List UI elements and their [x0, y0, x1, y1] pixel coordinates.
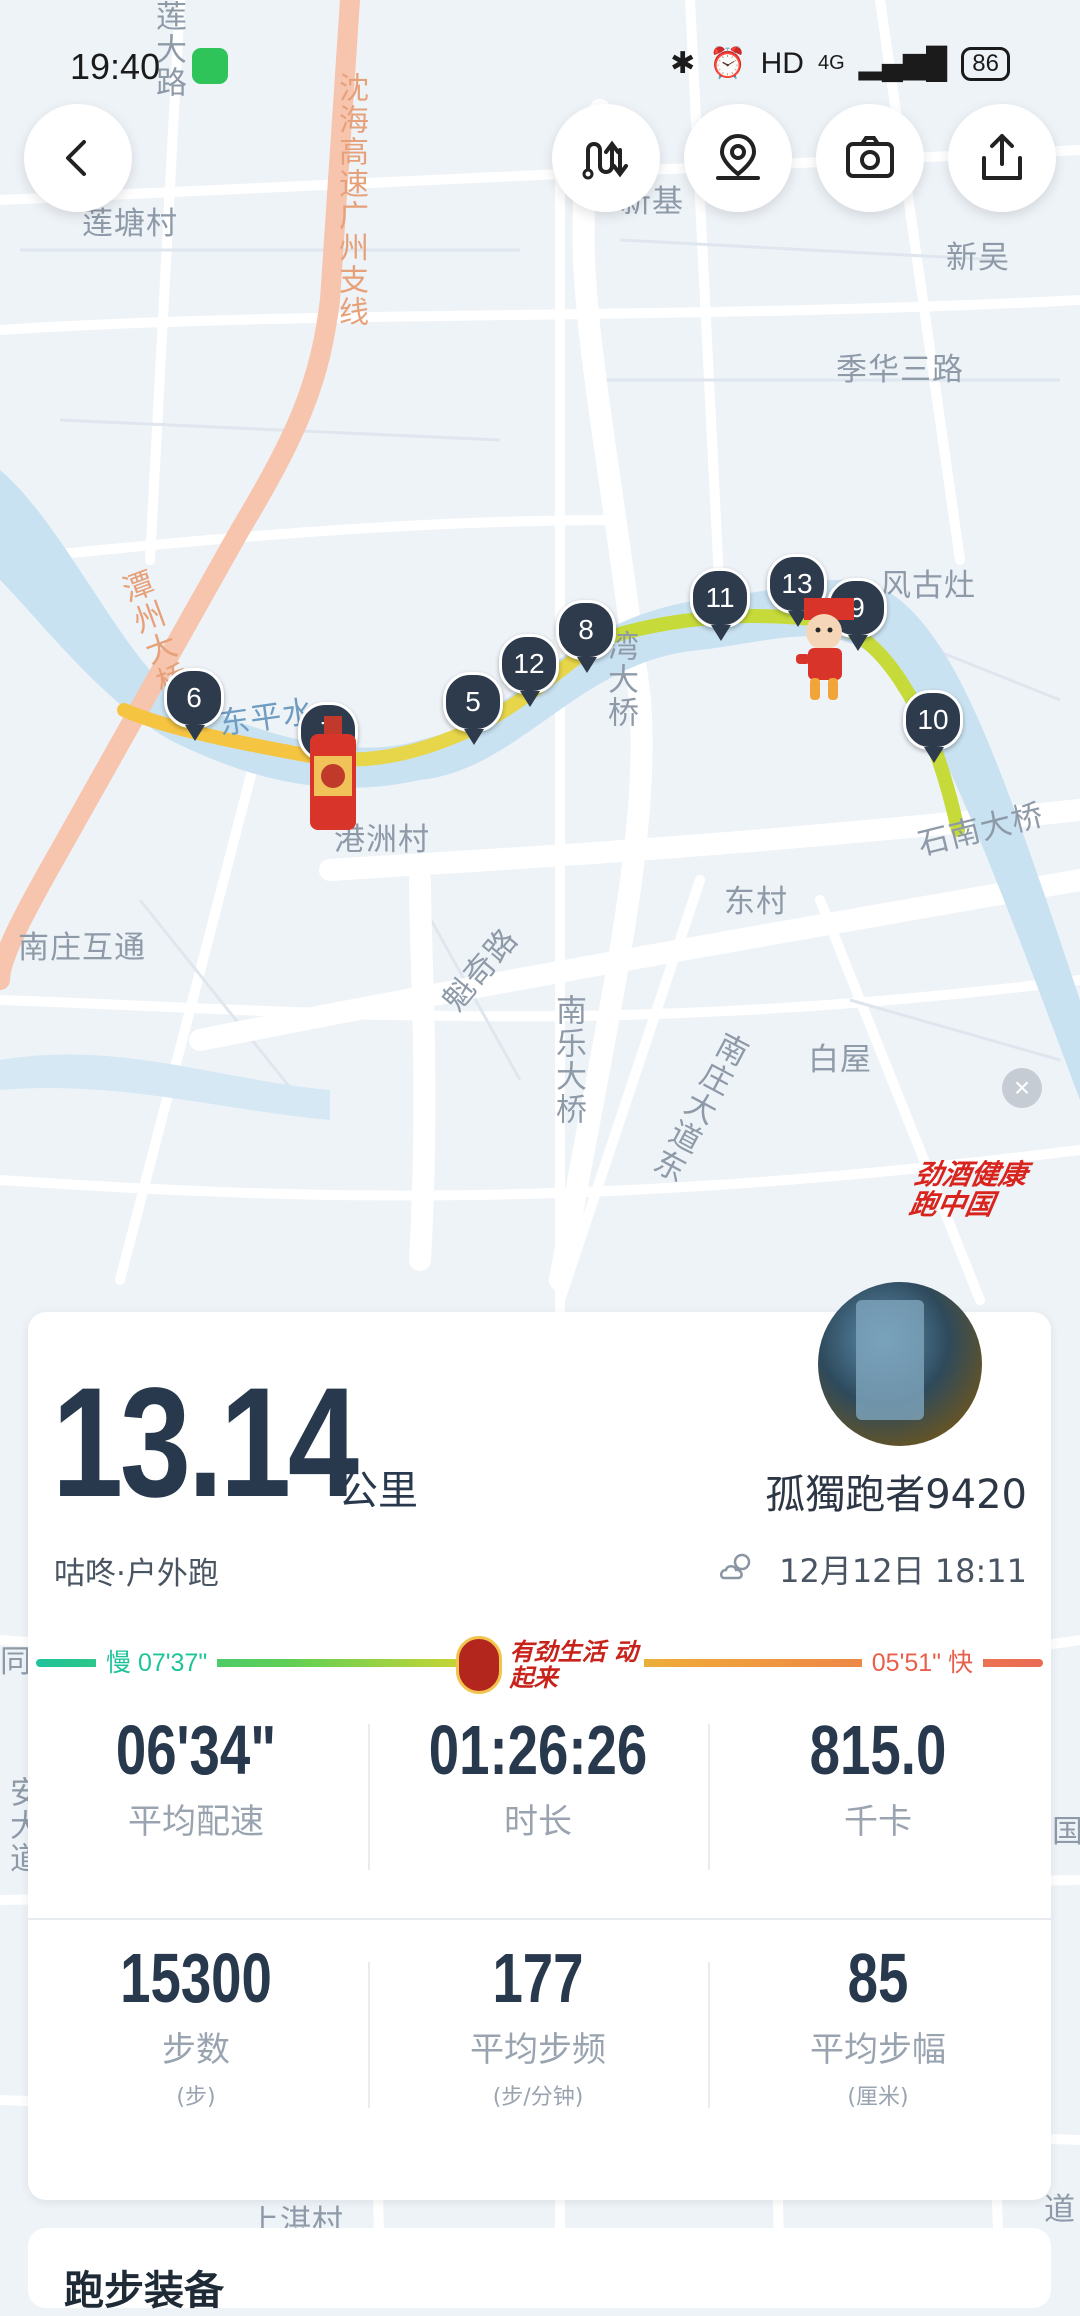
location-pin-icon — [716, 133, 760, 180]
weather-sun-cloud-icon — [720, 1553, 751, 1580]
route-switch-button[interactable] — [552, 104, 660, 212]
distance-value: 13.14 — [52, 1356, 359, 1530]
distance-unit: 公里 — [338, 1468, 418, 1514]
back-button[interactable] — [24, 104, 132, 212]
signal-bars-icon: ▂▄▆█ — [858, 47, 948, 80]
share-button[interactable] — [948, 104, 1056, 212]
location-button[interactable] — [684, 104, 792, 212]
map-label-jihua-3rd-road: 季华三路 — [836, 352, 964, 388]
running-gear-title: 跑步装备 — [64, 2268, 224, 2314]
stat-duration-label: 时长 — [504, 1802, 572, 1842]
stat-steps-label: 步数 — [162, 2030, 230, 2070]
battery-level: 86 — [961, 46, 1010, 81]
camera-button[interactable] — [816, 104, 924, 212]
status-bar: 19:40 ✱ ⏰ HD 4G ▂▄▆█ 86 — [0, 40, 1080, 90]
share-icon — [982, 134, 1022, 180]
km-marker-12[interactable]: 12 — [499, 634, 559, 707]
stat-avg-pace-value: 06'34" — [115, 1711, 277, 1789]
brand-seal-icon — [456, 1636, 502, 1694]
alarm-icon: ⏰ — [709, 47, 747, 80]
wine-bottle-marker-icon — [310, 716, 356, 830]
km-marker-8[interactable]: 8 — [556, 600, 616, 673]
km-marker-6[interactable]: 6 — [164, 668, 224, 741]
stat-duration-value: 01:26:26 — [428, 1711, 648, 1789]
stats-row-divider — [28, 1918, 1051, 1920]
running-gear-card[interactable]: 跑步装备 — [28, 2228, 1051, 2314]
pace-slow-label: 慢 07'37" — [96, 1643, 218, 1679]
stat-avg-pace: 06'34" 平均配速 — [28, 1710, 364, 1843]
status-icons: ✱ ⏰ HD 4G ▂▄▆█ 86 — [670, 46, 1010, 81]
map-label-fenggu-zao: 风古灶 — [880, 568, 976, 604]
username[interactable]: 孤獨跑者9420 — [765, 1462, 1027, 1520]
map-label-xinwu: 新吴 — [946, 240, 1010, 276]
stat-cadence: 177 平均步频 (步/分钟) — [370, 1938, 706, 2111]
stat-stride-label: 平均步幅 — [810, 2030, 946, 2070]
network-type: HD — [760, 46, 804, 80]
pace-gradient-bar: 慢 07'37" 有劲生活 动起来 05'51" 快 — [36, 1636, 1043, 1694]
stat-calories: 815.0 千卡 — [710, 1710, 1046, 1843]
stat-steps-unit: (步) — [176, 2085, 216, 2110]
back-arrow-icon — [66, 140, 86, 176]
km-marker-10[interactable]: 10 — [903, 690, 963, 763]
map-label-baiwu: 白屋 — [808, 1042, 872, 1078]
pace-bar-logo: 有劲生活 动起来 — [456, 1636, 644, 1694]
pace-fast-label: 05'51" 快 — [861, 1643, 983, 1679]
bluetooth-icon: ✱ — [670, 47, 696, 80]
map-label-dong-village: 东村 — [724, 884, 788, 920]
close-ad-button[interactable]: × — [1002, 1068, 1042, 1108]
mascot-icon — [796, 598, 854, 700]
avatar-photo — [856, 1300, 924, 1420]
stat-stride-value: 85 — [847, 1939, 909, 2017]
route-switch-icon — [582, 140, 628, 180]
run-type: 咕咚·户外跑 — [54, 1556, 219, 1592]
stat-steps-value: 15300 — [120, 1939, 272, 2017]
stat-calories-label: 千卡 — [844, 1802, 912, 1842]
wechat-notification-icon — [192, 48, 228, 84]
stat-stride: 85 平均步幅 (厘米) — [710, 1938, 1046, 2111]
map-label-nanle-bridge: 南乐大桥 — [550, 994, 586, 1126]
brand-logo: 劲酒健康跑中国 — [906, 1158, 1030, 1221]
stat-stride-unit: (厘米) — [847, 2085, 909, 2110]
pace-bar-slogan: 有劲生活 动起来 — [509, 1638, 638, 1692]
map-label-edge-dao: 道 — [1044, 2192, 1076, 2228]
stat-duration: 01:26:26 时长 — [370, 1710, 706, 1843]
camera-icon — [846, 136, 894, 178]
avatar[interactable] — [818, 1282, 982, 1446]
stat-avg-pace-label: 平均配速 — [128, 1802, 264, 1842]
map-label-nanzhuang-interchange: 南庄互通 — [18, 930, 146, 966]
km-marker-11[interactable]: 11 — [690, 568, 750, 641]
run-summary-card: 13.14 公里 孤獨跑者9420 咕咚·户外跑 12月12日 18:11 慢 … — [28, 1282, 1051, 2200]
stat-calories-value: 815.0 — [809, 1711, 947, 1789]
stat-cadence-unit: (步/分钟) — [492, 2085, 584, 2110]
map-label-edge-guo: 国 — [1052, 1814, 1080, 1850]
stat-cadence-label: 平均步频 — [470, 2030, 606, 2070]
map-label-expressway: 沈海高速广州支线 — [333, 72, 368, 328]
status-time: 19:40 — [70, 46, 161, 87]
km-marker-5[interactable]: 5 — [443, 672, 503, 745]
signal-type: 4G — [817, 52, 845, 74]
stat-steps: 15300 步数 (步) — [28, 1938, 364, 2111]
stat-cadence-value: 177 — [492, 1939, 584, 2017]
run-datetime: 12月12日 18:11 — [779, 1552, 1027, 1590]
